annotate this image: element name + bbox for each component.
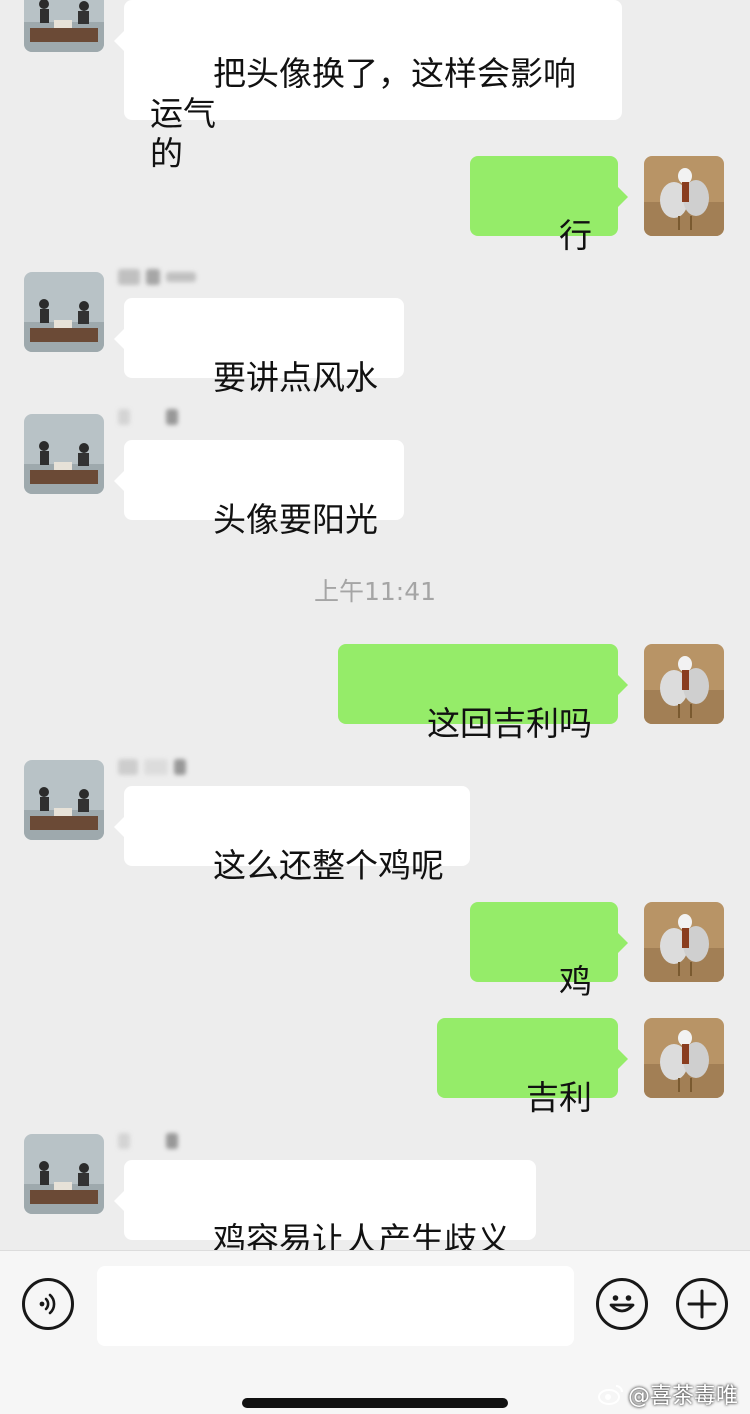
message-text: 要讲点风水 [212, 358, 378, 397]
message-bubble-outgoing[interactable]: 吉利 [437, 1018, 628, 1117]
chicken-photo-icon [644, 644, 724, 724]
message-bubble-incoming[interactable]: 鸡容易让人产生歧义 [114, 1160, 536, 1259]
beach-chess-photo-icon [24, 414, 104, 494]
message-bubble-outgoing[interactable]: 行 [470, 156, 628, 255]
contact-avatar[interactable] [24, 414, 104, 494]
beach-chess-photo-icon [24, 1134, 104, 1214]
weibo-watermark: @喜茶毒唯 [597, 1378, 738, 1410]
message-text: 头像要阳光 [212, 500, 378, 539]
message-timestamp: 上午11:41 [313, 577, 437, 606]
emoji-icon [609, 1295, 635, 1313]
weibo-icon [597, 1385, 623, 1405]
my-avatar[interactable] [644, 902, 724, 982]
sender-nickname [118, 266, 196, 288]
beach-chess-photo-icon [24, 760, 104, 840]
contact-avatar[interactable] [24, 760, 104, 840]
contact-avatar[interactable] [24, 1134, 104, 1214]
message-bubble-incoming[interactable]: 把头像换了，这样会影响运气 的 [114, 0, 622, 173]
message-text: 鸡 [559, 962, 592, 1001]
chicken-photo-icon [644, 1018, 724, 1098]
sender-nickname [118, 406, 178, 428]
chat-screen: 把头像换了，这样会影响运气 的 行 要讲点风水 头像要阳光 上午11:41 这回… [0, 0, 750, 1414]
message-text: 这回吉利吗 [427, 704, 592, 743]
contact-avatar[interactable] [24, 272, 104, 352]
beach-chess-photo-icon [24, 0, 104, 52]
message-text: 这么还整个鸡呢 [212, 846, 444, 885]
message-text: 吉利 [526, 1078, 592, 1117]
beach-chess-photo-icon [24, 272, 104, 352]
message-text: 行 [559, 216, 592, 255]
plus-icon [687, 1289, 717, 1319]
message-bubble-outgoing[interactable]: 这回吉利吗 [338, 644, 628, 743]
message-bubble-incoming[interactable]: 头像要阳光 [114, 440, 404, 539]
sender-nickname [118, 756, 186, 778]
plus-button[interactable] [676, 1278, 728, 1330]
my-avatar[interactable] [644, 156, 724, 236]
message-input[interactable] [97, 1266, 574, 1346]
chat-history[interactable]: 把头像换了，这样会影响运气 的 行 要讲点风水 头像要阳光 上午11:41 这回… [0, 0, 750, 1259]
voice-icon [39, 1293, 56, 1315]
chicken-photo-icon [644, 156, 724, 236]
chicken-photo-icon [644, 902, 724, 982]
message-bubble-incoming[interactable]: 这么还整个鸡呢 [114, 786, 470, 885]
my-avatar[interactable] [644, 644, 724, 724]
message-bubble-outgoing[interactable]: 鸡 [470, 902, 628, 1001]
my-avatar[interactable] [644, 1018, 724, 1098]
voice-button[interactable] [22, 1278, 74, 1330]
watermark-text: @喜茶毒唯 [627, 1384, 738, 1409]
message-bubble-incoming[interactable]: 要讲点风水 [114, 298, 404, 397]
home-indicator[interactable] [242, 1398, 508, 1408]
emoji-button[interactable] [596, 1278, 648, 1330]
sender-nickname [118, 1130, 178, 1152]
contact-avatar[interactable] [24, 0, 104, 52]
